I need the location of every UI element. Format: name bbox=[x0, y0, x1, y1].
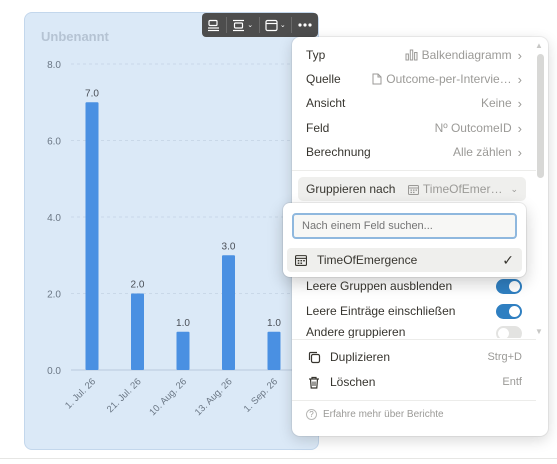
help-icon: ? bbox=[306, 409, 317, 420]
group-by-row[interactable]: Gruppieren nach TimeOfEmer… ⌄ bbox=[298, 177, 526, 201]
chevron-right-icon: › bbox=[517, 95, 522, 111]
group-button[interactable]: ⌄ bbox=[227, 13, 259, 37]
y-tick-label: 0.0 bbox=[47, 366, 61, 377]
toggle-row-group-other[interactable]: Andere gruppieren bbox=[292, 324, 536, 338]
x-tick-label: 21. Jul. 26 bbox=[105, 376, 144, 415]
bar-value-label: 3.0 bbox=[222, 241, 236, 252]
page-divider bbox=[0, 458, 557, 459]
chart-card[interactable]: Unbenannt 0.0 2.0 4.0 6.0 8.0 7.0 1. Jul. 26 2.… bbox=[24, 12, 319, 450]
toggle-row-include-empty[interactable]: Leere Einträge einschließen bbox=[292, 299, 536, 323]
learn-more-link[interactable]: ? Erfahre mehr über Berichte bbox=[306, 409, 444, 420]
group-by-value: TimeOfEmer… bbox=[422, 182, 503, 196]
menu-row-view[interactable]: Ansicht Keine › bbox=[292, 91, 536, 115]
bar-value-label: 2.0 bbox=[131, 280, 145, 291]
x-tick-label: 13. Aug. 26 bbox=[193, 376, 235, 418]
menu-row-field[interactable]: Feld Nº OutcomeID › bbox=[292, 116, 536, 140]
field-option[interactable]: TimeOfEmergence ✓ bbox=[287, 248, 522, 272]
x-tick-label: 10. Aug. 26 bbox=[147, 376, 189, 418]
bar bbox=[267, 331, 281, 370]
align-icon bbox=[208, 19, 220, 31]
menu-row-type[interactable]: Typ Balkendiagramm › bbox=[292, 43, 536, 67]
menu-row-value: Balkendiagramm bbox=[421, 48, 512, 62]
duplicate-icon bbox=[308, 351, 320, 363]
field-search-input[interactable] bbox=[292, 213, 517, 239]
chevron-down-icon: ⌄ bbox=[510, 183, 518, 194]
toggle-label: Leere Einträge einschließen bbox=[306, 304, 456, 318]
bar bbox=[222, 255, 235, 370]
menu-row-label: Quelle bbox=[306, 72, 341, 86]
chevron-right-icon: › bbox=[517, 144, 522, 160]
toggle-label: Andere gruppieren bbox=[306, 325, 406, 338]
toggle-label: Leere Gruppen ausblenden bbox=[306, 279, 453, 293]
bar-value-label: 7.0 bbox=[85, 88, 99, 99]
chart-toolbar: ⌄ ⌄ bbox=[202, 13, 318, 37]
chevron-right-icon: › bbox=[517, 47, 522, 63]
bar-value-label: 1.0 bbox=[267, 318, 281, 329]
field-search-popover: TimeOfEmergence ✓ bbox=[283, 203, 526, 277]
y-tick-label: 8.0 bbox=[47, 60, 61, 71]
delete-button[interactable]: Löschen Entf bbox=[292, 370, 536, 394]
y-tick-label: 4.0 bbox=[47, 213, 61, 224]
calendar-icon bbox=[295, 255, 307, 266]
x-tick-label: 1. Jul. 26 bbox=[63, 376, 98, 411]
chevron-right-icon: › bbox=[517, 71, 522, 87]
delete-label: Löschen bbox=[330, 375, 376, 389]
menu-scrollbar[interactable] bbox=[537, 54, 544, 178]
bar bbox=[131, 293, 144, 370]
scroll-up-icon[interactable]: ▲ bbox=[535, 41, 543, 50]
menu-row-value: Outcome-per-Intervie… bbox=[386, 72, 512, 86]
menu-row-label: Typ bbox=[306, 48, 326, 62]
include-empty-entries-toggle[interactable] bbox=[496, 303, 522, 319]
bar-chart-icon bbox=[405, 49, 418, 61]
divider bbox=[292, 339, 536, 340]
more-button[interactable] bbox=[292, 13, 318, 37]
chart-style-icon bbox=[265, 19, 278, 31]
more-icon bbox=[298, 23, 312, 27]
group-icon bbox=[233, 19, 245, 31]
chevron-down-icon: ⌄ bbox=[247, 22, 254, 29]
bar bbox=[85, 102, 99, 370]
chevron-right-icon: › bbox=[517, 120, 522, 136]
group-by-label: Gruppieren nach bbox=[306, 182, 396, 196]
delete-shortcut: Entf bbox=[502, 376, 522, 388]
menu-row-label: Feld bbox=[306, 121, 330, 135]
learn-more-text: Erfahre mehr über Berichte bbox=[323, 409, 444, 420]
duplicate-shortcut: Strg+D bbox=[487, 351, 522, 363]
menu-row-label: Berechnung bbox=[306, 145, 371, 159]
page-icon bbox=[372, 73, 382, 85]
trash-icon bbox=[309, 376, 319, 389]
duplicate-button[interactable]: Duplizieren Strg+D bbox=[292, 345, 536, 369]
checkmark-icon: ✓ bbox=[502, 251, 514, 268]
toggle-row-hide-empty-groups[interactable]: Leere Gruppen ausblenden bbox=[292, 274, 536, 298]
field-option-label: TimeOfEmergence bbox=[317, 253, 418, 267]
hide-empty-groups-toggle[interactable] bbox=[496, 278, 522, 294]
calendar-icon bbox=[407, 184, 419, 195]
menu-row-value: Alle zählen bbox=[452, 145, 512, 159]
bar-chart: 0.0 2.0 4.0 6.0 8.0 7.0 1. Jul. 26 2.0 21. Jul. … bbox=[47, 60, 318, 418]
group-other-toggle[interactable] bbox=[496, 326, 522, 338]
menu-row-label: Ansicht bbox=[306, 96, 346, 110]
menu-row-source[interactable]: Quelle Outcome-per-Intervie… › bbox=[292, 67, 536, 91]
align-button[interactable] bbox=[202, 13, 226, 37]
chevron-down-icon: ⌄ bbox=[279, 22, 286, 29]
menu-row-value: Nº OutcomeID bbox=[434, 121, 512, 135]
menu-row-aggregation[interactable]: Berechnung Alle zählen › bbox=[292, 140, 536, 164]
scroll-down-icon[interactable]: ▼ bbox=[535, 327, 543, 336]
divider bbox=[292, 170, 536, 171]
menu-row-value: Keine bbox=[480, 96, 512, 110]
bar-value-label: 1.0 bbox=[176, 318, 190, 329]
bar bbox=[176, 331, 190, 370]
x-tick-label: 1. Sep. 26 bbox=[242, 376, 280, 414]
divider bbox=[292, 400, 536, 401]
y-tick-label: 6.0 bbox=[47, 137, 61, 148]
duplicate-label: Duplizieren bbox=[330, 350, 391, 364]
chart-style-button[interactable]: ⌄ bbox=[259, 13, 291, 37]
y-tick-label: 2.0 bbox=[47, 290, 61, 301]
